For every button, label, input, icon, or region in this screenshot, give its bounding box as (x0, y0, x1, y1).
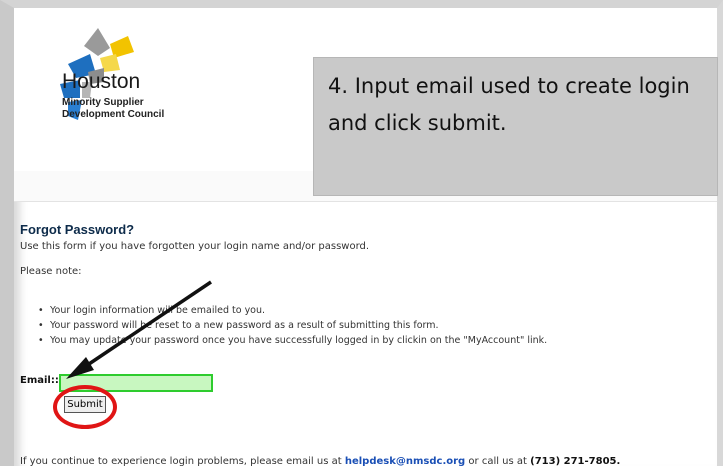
page-title: Forgot Password? (20, 222, 135, 237)
instruction-text: 4. Input email used to create login and … (328, 68, 708, 142)
submit-highlight-circle (53, 385, 117, 429)
footer-prefix: If you continue to experience login prob… (20, 456, 342, 467)
list-item: Your password will be reset to a new pas… (38, 318, 547, 333)
logo-subtitle: Minority Supplier Development Council (62, 97, 164, 121)
instruction-line2: and click submit. (328, 111, 507, 135)
footer-middle: or call us at (468, 456, 527, 467)
email-label: Email:: (20, 375, 59, 386)
logo-wordmark: Houston (62, 70, 141, 93)
notes-list: Your login information will be emailed t… (38, 303, 547, 348)
phone-number: (713) 271-7805. (530, 456, 621, 467)
helpdesk-email-link[interactable]: helpdesk@nmsdc.org (345, 456, 465, 467)
note-label: Please note: (20, 266, 82, 277)
help-footer: If you continue to experience login prob… (20, 456, 620, 467)
list-item: Your login information will be emailed t… (38, 303, 547, 318)
intro-text: Use this form if you have forgotten your… (20, 241, 370, 252)
instruction-line1: 4. Input email used to create login (328, 74, 690, 98)
logo-subtitle-line2: Development Council (62, 109, 165, 120)
logo-subtitle-line1: Minority Supplier (62, 97, 144, 108)
list-item: You may update your password once you ha… (38, 333, 547, 348)
instruction-callout: 4. Input email used to create login and … (314, 58, 717, 195)
forgot-password-section: Forgot Password? Use this form if you ha… (20, 222, 710, 253)
